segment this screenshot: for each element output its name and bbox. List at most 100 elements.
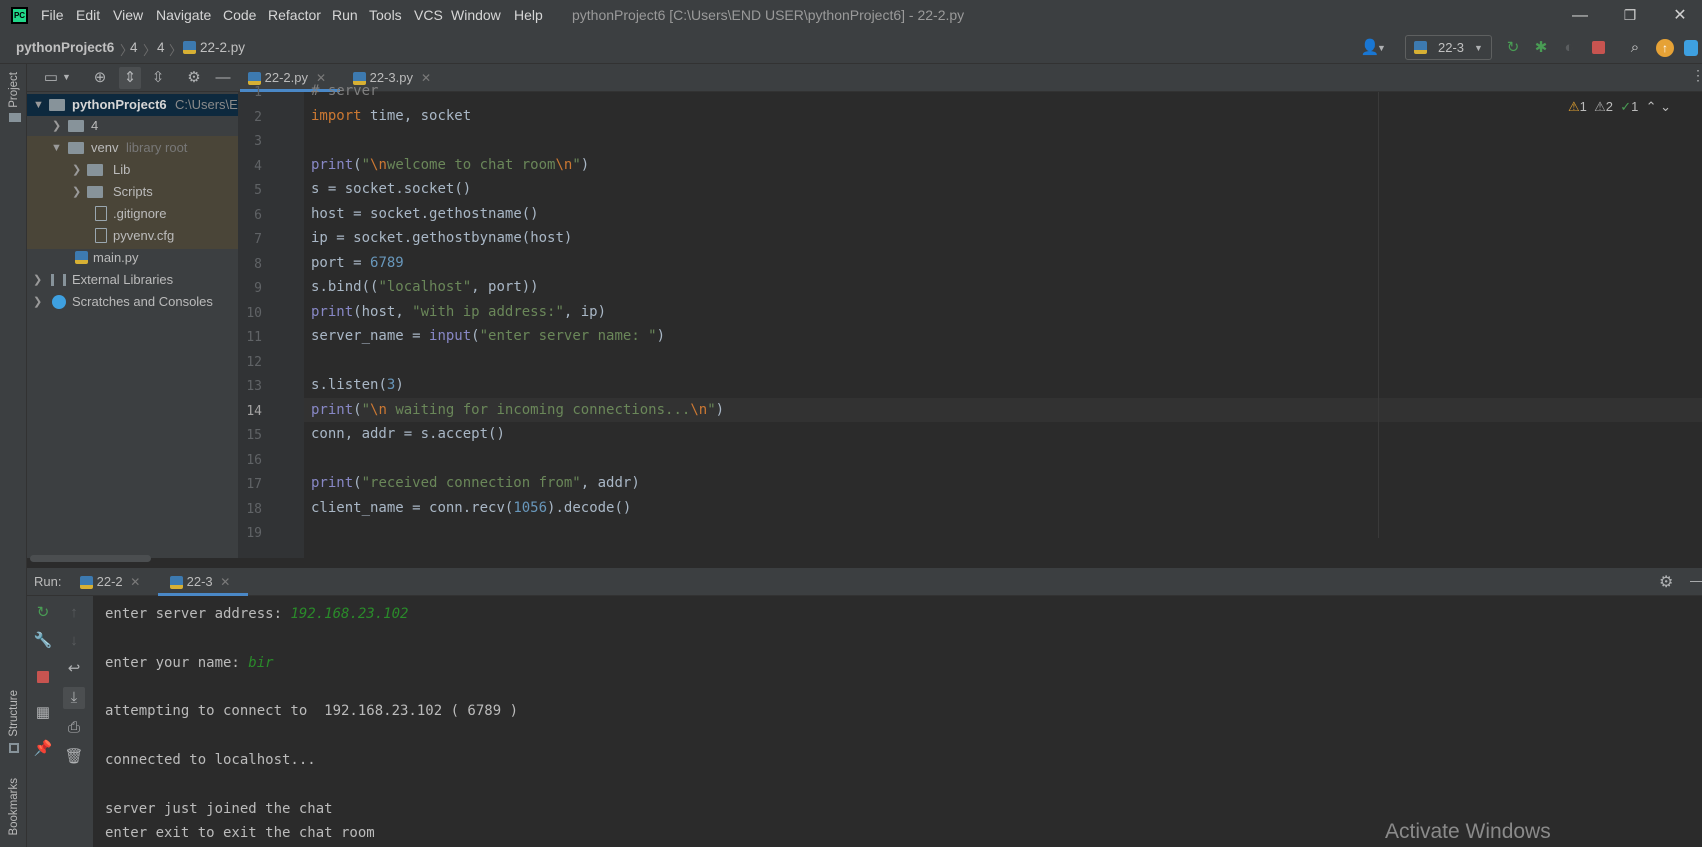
view-mode-icon[interactable]: ▭ [40,67,62,89]
code-line[interactable]: s.listen(3) [311,377,404,393]
console-text: enter server address: [105,606,291,622]
tree-item-gitignore[interactable]: .gitignore [27,203,238,225]
arrow-down-icon[interactable]: ↓ [63,630,85,652]
line-number: 18 [246,501,262,517]
tree-item-pyvenv[interactable]: pyvenv.cfg [27,225,238,247]
chevron-down-icon: ▼ [1474,43,1483,53]
code-line[interactable]: # server [311,83,378,99]
line-number: 7 [254,232,262,247]
code-line[interactable]: host = socket.gethostname() [311,206,539,222]
menu-refactor[interactable]: Refactor [268,7,321,23]
stop-icon[interactable] [37,671,49,683]
code-line[interactable]: ip = socket.gethostbyname(host) [311,230,572,246]
debug-icon[interactable]: ✱ [1531,38,1551,58]
menu-code[interactable]: Code [223,7,256,23]
tree-item-scratches[interactable]: ❯ Scratches and Consoles [27,291,238,313]
code-line[interactable]: server_name = input("enter server name: … [311,328,665,344]
tree-item-venv[interactable]: ▼ venv library root [27,137,238,159]
print-icon[interactable]: ⎙ [63,717,85,739]
hide-icon[interactable]: — [1690,572,1702,588]
chevron-down-icon[interactable]: ⌄ [1660,99,1671,114]
menu-run[interactable]: Run [332,7,358,23]
search-icon[interactable]: ⌕ [1625,38,1645,58]
tree-item-main-py[interactable]: main.py [27,247,238,269]
chevron-down-icon: ▼ [51,142,62,154]
code-line[interactable]: print("\nwelcome to chat room\n") [311,157,589,173]
chevron-up-icon[interactable]: ⌃ [1646,99,1657,114]
project-horizontal-scrollbar[interactable] [30,555,151,562]
locate-icon[interactable]: ⊕ [89,67,111,89]
coverage-icon[interactable]: ◐ [1559,38,1579,58]
restore-button[interactable]: ❐ [1610,3,1650,28]
tree-item-external-libraries[interactable]: ❯ External Libraries [27,269,238,291]
collapse-all-icon[interactable]: ⇳ [147,67,169,89]
right-margin-guide [1378,92,1379,538]
pin-icon[interactable]: 📌 [32,738,54,760]
code-line[interactable]: print(host, "with ip address:", ip) [311,304,606,320]
arrow-up-icon[interactable]: ↑ [63,602,85,624]
tree-item-label: 4 [91,118,99,133]
close-tab-icon[interactable]: ✕ [130,575,140,589]
line-number: 16 [246,452,262,468]
menu-vcs[interactable]: VCS [414,7,443,23]
code-line[interactable]: print("received connection from", addr) [311,475,640,491]
minimize-button[interactable]: — [1560,3,1600,28]
code-line[interactable]: port = 6789 [311,255,404,271]
menu-navigate[interactable]: Navigate [156,7,211,23]
folder-icon [9,113,21,122]
menu-tools[interactable]: Tools [369,7,402,23]
menu-edit[interactable]: Edit [76,7,100,23]
update-icon[interactable]: ↑ [1656,39,1674,57]
soft-wrap-icon[interactable]: ↩ [63,658,85,680]
tab-label: 22-2.py [264,70,308,85]
check-icon: ✓ [1620,99,1632,114]
breadcrumb-folder[interactable]: 4 [130,40,138,55]
code-line[interactable]: import time, socket [311,108,471,124]
plugin-icon[interactable] [1684,40,1698,56]
gear-icon[interactable]: ⚙ [1659,572,1673,592]
breadcrumb-subfolder[interactable]: 4 [157,40,165,55]
close-window-button[interactable]: ✕ [1660,3,1700,28]
code-line[interactable]: s = socket.socket() [311,181,471,197]
chevron-down-icon: ▼ [1377,43,1386,53]
console-line: enter your name: bir [105,655,274,671]
structure-icon [9,743,19,753]
run-tab-22-2[interactable]: 22-2 ✕ [80,568,140,596]
tree-item-label: main.py [93,250,139,265]
hide-icon[interactable]: — [212,67,234,89]
expand-all-icon[interactable]: ⇕ [119,67,141,89]
scroll-to-end-icon[interactable]: ⤓ [63,687,85,709]
code-line[interactable]: print("\n waiting for incoming connectio… [311,402,724,418]
close-tab-icon[interactable]: ✕ [220,575,230,589]
code-line[interactable]: conn, addr = s.accept() [311,426,505,442]
breadcrumb-file[interactable]: 22-2.py [200,40,245,55]
rerun-icon[interactable]: ↻ [32,602,54,624]
gear-icon[interactable]: ⚙ [183,67,205,89]
code-line[interactable]: client_name = conn.recv(1056).decode() [311,500,631,516]
tree-item-scripts[interactable]: ❯ Scripts [27,181,238,203]
menu-window[interactable]: Window [451,7,501,23]
menu-help[interactable]: Help [514,7,543,23]
menu-file[interactable]: File [41,7,64,23]
rerun-icon[interactable]: ↻ [1503,38,1523,58]
wrench-icon[interactable]: 🔧 [32,630,54,652]
more-tabs-icon[interactable]: ⋮ [1691,67,1702,84]
run-tab-22-3[interactable]: 22-3 ✕ [170,568,230,596]
line-number: 8 [254,256,262,272]
stop-icon[interactable] [1592,41,1605,54]
menu-view[interactable]: View [113,7,143,23]
close-tab-icon[interactable]: ✕ [421,71,431,85]
code-line[interactable]: s.bind(("localhost", port)) [311,279,539,295]
structure-tool-tab[interactable]: Structure [8,690,20,737]
tree-item-lib[interactable]: ❯ Lib [27,159,238,181]
breadcrumb-project[interactable]: pythonProject6 [16,40,114,55]
console-user-input: 192.168.23.102 [290,606,409,622]
layout-icon[interactable]: ▦ [32,702,54,724]
project-tool-tab[interactable]: Project [8,72,20,108]
inspection-widget[interactable]: ⚠1 ⚠2 ✓1 ⌃ ⌄ [1568,99,1671,115]
config-file-icon [95,228,107,243]
trash-icon[interactable]: 🗑 [63,746,85,768]
tree-item-project-root[interactable]: ▼ pythonProject6 C:\Users\EN [27,94,238,116]
tree-item-folder-4[interactable]: ❯ 4 [27,115,238,137]
bookmarks-tool-tab[interactable]: Bookmarks [8,778,20,836]
